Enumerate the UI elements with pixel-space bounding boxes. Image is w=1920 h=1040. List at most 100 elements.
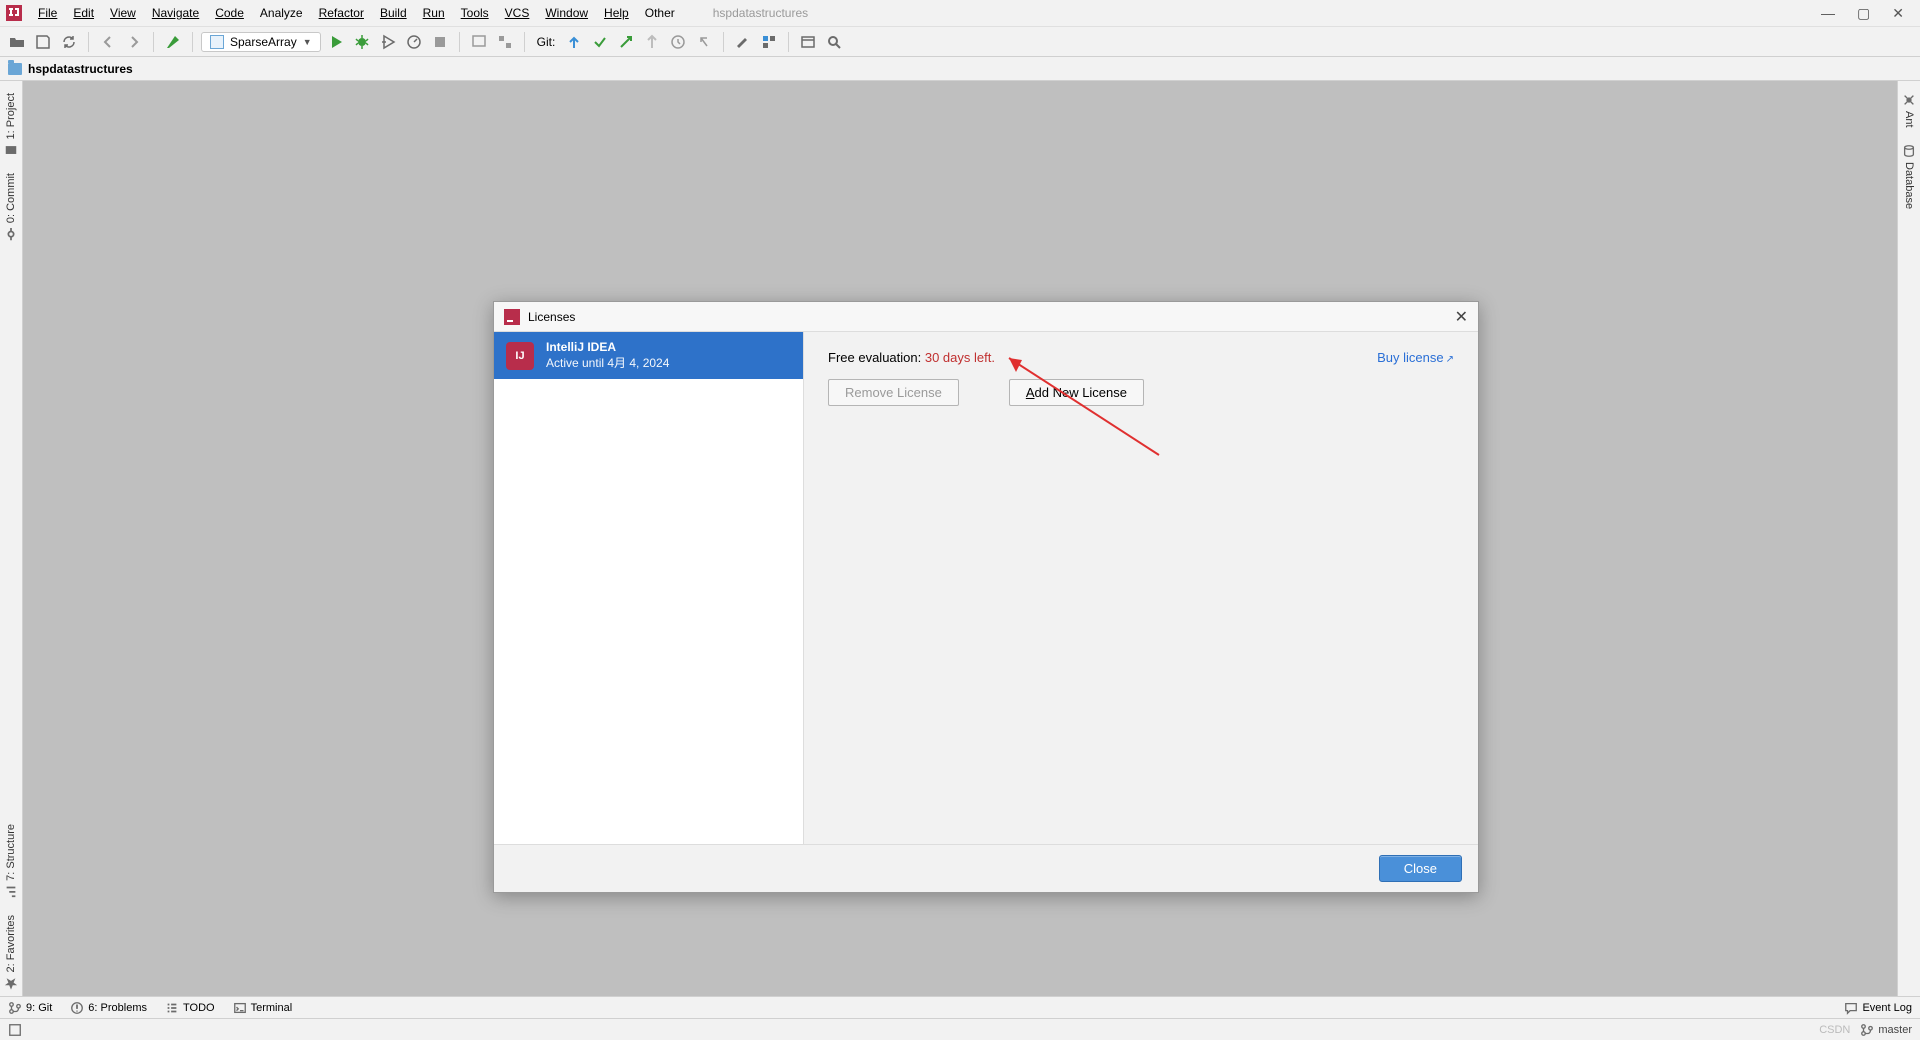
chevron-down-icon: ▼ (303, 37, 312, 47)
menu-build[interactable]: Build (372, 2, 415, 24)
tool-database[interactable]: Database (1900, 138, 1918, 215)
product-item-intellij[interactable]: IJ IntelliJ IDEA Active until 4月 4, 2024 (494, 332, 803, 379)
structure-icon (4, 885, 18, 899)
sdk-button[interactable] (494, 31, 516, 53)
tab-terminal[interactable]: Terminal (233, 1001, 293, 1015)
git-clock-button[interactable] (667, 31, 689, 53)
menu-refactor[interactable]: Refactor (311, 2, 372, 24)
build-button[interactable] (162, 31, 184, 53)
avd-button[interactable] (468, 31, 490, 53)
editor-area: Licenses ✕ IJ IntelliJ IDEA Active until… (23, 81, 1897, 996)
dialog-close-icon[interactable]: ✕ (1455, 307, 1468, 327)
tool-project[interactable]: 1: Project (2, 87, 20, 163)
tab-event-log[interactable]: Event Log (1844, 1001, 1912, 1015)
settings-button[interactable] (732, 31, 754, 53)
close-button[interactable]: Close (1379, 855, 1462, 882)
menu-code[interactable]: Code (207, 2, 252, 24)
external-link-icon: ↗ (1446, 354, 1454, 365)
menu-window[interactable]: Window (537, 2, 596, 24)
tool-ant[interactable]: Ant (1900, 87, 1918, 134)
bubble-icon (1844, 1001, 1858, 1015)
dialog-footer: Close (494, 844, 1478, 892)
git-label: Git: (537, 35, 556, 49)
watermark: CSDN (1819, 1024, 1850, 1036)
list-icon (165, 1001, 179, 1015)
window-title: hspdatastructures (713, 6, 808, 20)
tab-todo[interactable]: TODO (165, 1001, 215, 1015)
menu-file[interactable]: File (30, 2, 65, 24)
run-config-label: SparseArray (230, 35, 297, 49)
layout-button[interactable] (797, 31, 819, 53)
intellij-icon (6, 5, 22, 21)
git-update-button[interactable] (563, 31, 585, 53)
remove-license-button: Remove License (828, 379, 959, 406)
breadcrumb-project[interactable]: hspdatastructures (28, 62, 133, 76)
menu-run[interactable]: Run (415, 2, 453, 24)
buy-license-link[interactable]: Buy license↗ (1377, 350, 1454, 365)
menu-help[interactable]: Help (596, 2, 637, 24)
save-button[interactable] (32, 31, 54, 53)
licenses-dialog: Licenses ✕ IJ IntelliJ IDEA Active until… (493, 301, 1479, 893)
intellij-icon (504, 309, 520, 325)
navigation-bar: hspdatastructures (0, 57, 1920, 81)
menu-vcs[interactable]: VCS (497, 2, 538, 24)
product-status: Active until 4月 4, 2024 (546, 354, 669, 371)
menu-view[interactable]: View (102, 2, 144, 24)
run-config-dropdown[interactable]: SparseArray ▼ (201, 32, 321, 52)
debug-button[interactable] (351, 31, 373, 53)
menu-tools[interactable]: Tools (453, 2, 497, 24)
project-icon (4, 143, 18, 157)
branch-icon (1860, 1023, 1874, 1037)
open-button[interactable] (6, 31, 28, 53)
menu-analyze[interactable]: Analyze (252, 2, 311, 24)
git-push-button[interactable] (615, 31, 637, 53)
run-button[interactable] (325, 31, 347, 53)
intellij-icon: IJ (506, 342, 534, 370)
stop-button[interactable] (429, 31, 451, 53)
product-name: IntelliJ IDEA (546, 340, 669, 354)
branch-icon (8, 1001, 22, 1015)
menu-bar: File Edit View Navigate Code Analyze Ref… (0, 0, 1920, 27)
bottom-tool-tabs: 9: Git 6: Problems TODO Terminal Event L… (0, 996, 1920, 1018)
window-maximize-icon[interactable]: ▢ (1857, 5, 1870, 22)
git-rollback-button[interactable] (693, 31, 715, 53)
menu-other[interactable]: Other (637, 2, 683, 24)
database-icon (1902, 144, 1916, 158)
dialog-product-list: IJ IntelliJ IDEA Active until 4月 4, 2024 (494, 332, 804, 844)
ant-icon (1902, 93, 1916, 107)
star-icon (4, 976, 18, 990)
tool-windows-icon[interactable] (8, 1023, 22, 1037)
nav-forward-button[interactable] (123, 31, 145, 53)
main-toolbar: SparseArray ▼ Git: (0, 27, 1920, 57)
left-tool-stripe: 1: Project 0: Commit 7: Structure 2: Fav… (0, 81, 23, 996)
git-commit-button[interactable] (589, 31, 611, 53)
status-bar: CSDN master (0, 1018, 1920, 1040)
tool-favorites[interactable]: 2: Favorites (2, 909, 20, 996)
dialog-main-panel: Free evaluation: 30 days left. Buy licen… (804, 332, 1478, 844)
commit-icon (4, 228, 18, 242)
sync-button[interactable] (58, 31, 80, 53)
evaluation-status: Free evaluation: 30 days left. (828, 350, 1454, 365)
tool-structure[interactable]: 7: Structure (2, 818, 20, 905)
menu-edit[interactable]: Edit (65, 2, 102, 24)
menu-navigate[interactable]: Navigate (144, 2, 207, 24)
git-branch-label[interactable]: master (1878, 1024, 1912, 1036)
dialog-titlebar: Licenses ✕ (494, 302, 1478, 332)
git-history-button[interactable] (641, 31, 663, 53)
right-tool-stripe: Ant Database (1897, 81, 1920, 996)
folder-icon (8, 63, 22, 75)
warning-icon (70, 1001, 84, 1015)
tab-problems[interactable]: 6: Problems (70, 1001, 147, 1015)
tool-commit[interactable]: 0: Commit (2, 167, 20, 247)
run-config-icon (210, 35, 224, 49)
coverage-button[interactable] (377, 31, 399, 53)
window-close-icon[interactable]: ✕ (1892, 5, 1904, 22)
add-new-license-button[interactable]: Add New License (1009, 379, 1144, 406)
tab-git[interactable]: 9: Git (8, 1001, 52, 1015)
window-minimize-icon[interactable]: — (1821, 5, 1835, 22)
dialog-title: Licenses (528, 310, 575, 324)
search-button[interactable] (823, 31, 845, 53)
profile-button[interactable] (403, 31, 425, 53)
project-structure-button[interactable] (758, 31, 780, 53)
nav-back-button[interactable] (97, 31, 119, 53)
